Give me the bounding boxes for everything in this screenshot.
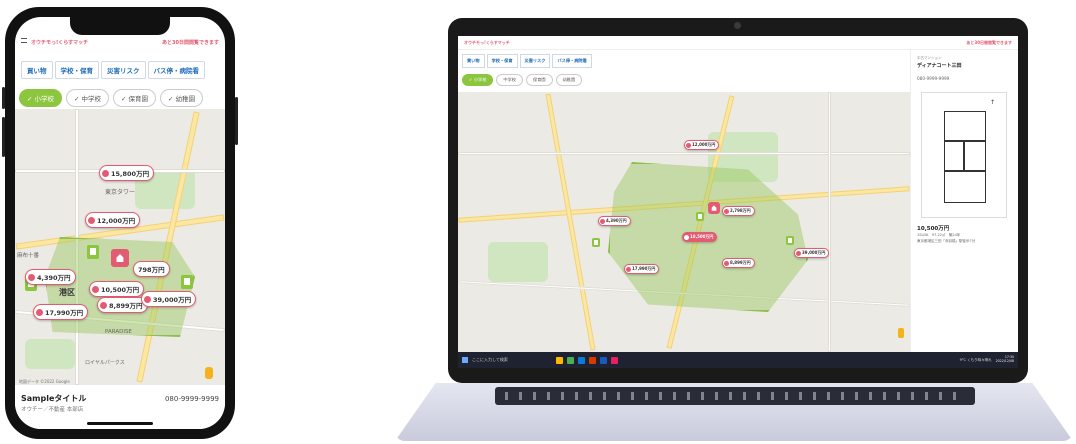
phone-map[interactable]: 東京タワー 麻布十番 PARADISE ロイヤルパークス 港区 15,800万円… — [15, 109, 225, 385]
school-icon[interactable] — [786, 236, 794, 245]
price-pin[interactable]: 39,000万円 — [794, 248, 830, 258]
volume-up-button — [2, 87, 5, 109]
tab-shopping[interactable]: 買い物 — [462, 54, 485, 68]
property-address: 東京都港区三田「赤羽橋」駅徒歩7分 — [917, 239, 976, 243]
laptop-base — [395, 383, 1073, 441]
price-pin[interactable]: 798万円 — [133, 261, 170, 277]
price-pin[interactable]: 39,000万円 — [141, 291, 197, 307]
phone-screen: オウチモっ!くらすマッチ あと30日間閲覧できます 買い物 学校・保育 災害リス… — [15, 17, 225, 429]
price-pin[interactable]: 4,390万円 — [598, 216, 631, 226]
keyboard-keys — [505, 392, 965, 400]
selected-property-icon[interactable] — [708, 202, 720, 214]
tab-school[interactable]: 学校・保育 — [54, 61, 99, 79]
filter-kindergarten[interactable]: ✓ 幼稚園 — [160, 89, 204, 107]
phone-header: オウチモっ!くらすマッチ あと30日間閲覧できます — [15, 35, 225, 49]
selected-property-icon[interactable] — [111, 249, 129, 267]
property-price: 10,500万円 — [917, 226, 950, 232]
price-pin[interactable]: 12,000万円 — [684, 140, 720, 150]
price-pin[interactable]: 2,798万円 — [722, 206, 755, 216]
price-pin[interactable]: 10,500万円 — [89, 281, 145, 297]
price-pin[interactable]: 8,899万円 — [722, 258, 755, 268]
filter-nursery[interactable]: ✓ 保育園 — [113, 89, 157, 107]
edge-icon[interactable] — [578, 356, 585, 364]
powerpoint-icon[interactable] — [589, 356, 596, 364]
filter-elementary-school[interactable]: ✓ 小学校 — [19, 89, 63, 107]
desktop-map[interactable]: 12,000万円 2,798万円 4,390万円 10,500万円 39,000… — [458, 92, 910, 352]
map-park — [488, 242, 548, 282]
laptop-mockup: オウチモっ!くらすマッチ あと30日間閲覧できます 買い物 学校・保育 災害リス… — [448, 18, 1028, 383]
viewing-period-notice: あと30日間閲覧できます — [162, 39, 219, 46]
filter-elementary-school[interactable]: ✓ 小学校 — [462, 74, 494, 86]
listing-phone[interactable]: 080-9999-9999 — [165, 395, 219, 403]
price-pin[interactable]: 17,990万円 — [33, 304, 89, 320]
taskbar-search[interactable]: ここに入力して検索 — [472, 357, 552, 363]
filter-kindergarten[interactable]: 幼稚園 — [555, 74, 583, 86]
map-label-tower: 東京タワー — [105, 189, 136, 196]
phone-notch — [70, 17, 170, 35]
explorer-icon[interactable] — [556, 356, 563, 364]
price-pin-selected[interactable]: 10,500万円 — [682, 232, 718, 242]
property-name: ディアナコート三田 — [917, 63, 962, 69]
tab-disaster-risk[interactable]: 災害リスク — [519, 54, 551, 68]
webcam — [734, 22, 741, 29]
school-icon[interactable] — [592, 238, 600, 247]
map-label-parks: ロイヤルパークス — [85, 360, 125, 366]
compass-icon: ↑ — [990, 99, 996, 106]
volume-down-button — [2, 117, 5, 157]
price-pin[interactable]: 15,800万円 — [99, 165, 155, 181]
street-view-pegman-icon[interactable] — [205, 367, 213, 379]
filter-nursery[interactable]: 保育園 — [526, 74, 553, 86]
listing-agent: オウチー／不動産 本部店 — [21, 407, 84, 413]
start-menu-icon[interactable] — [462, 357, 468, 363]
tab-school[interactable]: 学校・保育 — [486, 54, 518, 68]
category-tabs: 買い物 学校・保育 災害リスク バス停・病院看 — [21, 61, 205, 79]
school-icon[interactable] — [181, 275, 193, 289]
price-pin[interactable]: 17,990万円 — [624, 264, 660, 274]
filter-junior-high[interactable]: ✓ 中学校 — [66, 89, 110, 107]
app-logo: オウチモっ!くらすマッチ — [31, 39, 89, 46]
street-view-pegman-icon[interactable] — [898, 328, 904, 338]
property-detail-panel: 中古マンション ディアナコート三田 080-9999-9999 ↑ 10,500… — [910, 50, 1018, 352]
chrome-icon[interactable] — [567, 356, 574, 364]
viewing-period-notice: あと30日間閲覧できます — [966, 39, 1012, 45]
price-pin[interactable]: 4,390万円 — [25, 269, 76, 285]
property-phone[interactable]: 080-9999-9999 — [917, 76, 949, 81]
map-road — [545, 93, 596, 351]
ward-label: 港区 — [59, 288, 75, 297]
tab-bus-hospital[interactable]: バス停・病院看 — [552, 54, 592, 68]
desktop-header: オウチモっ!くらすマッチ あと30日間閲覧できます — [458, 36, 1018, 50]
tab-bus-hospital[interactable]: バス停・病院看 — [147, 61, 205, 79]
facility-filters: ✓ 小学校 中学校 保育園 幼稚園 — [462, 74, 583, 86]
floor-plan-image: ↑ — [921, 92, 1007, 218]
listing-title: Sampleタイトル — [21, 394, 87, 403]
map-road — [458, 152, 910, 155]
map-road — [828, 92, 831, 352]
word-icon[interactable] — [600, 356, 607, 364]
map-label-azabu: 麻布十番 — [17, 253, 40, 259]
weather-widget[interactable]: 9°C くもり時々晴れ — [960, 358, 992, 363]
home-indicator — [87, 422, 153, 425]
map-label-paradise: PARADISE — [105, 329, 132, 335]
system-tray: 9°C くもり時々晴れ 17:30 2022/12/08 — [960, 355, 1014, 364]
laptop-screen: オウチモっ!くらすマッチ あと30日間閲覧できます 買い物 学校・保育 災害リス… — [458, 36, 1018, 368]
app-icon[interactable] — [611, 356, 618, 364]
filter-junior-high[interactable]: 中学校 — [496, 74, 523, 86]
map-park — [25, 339, 75, 369]
price-pin[interactable]: 12,000万円 — [85, 212, 141, 228]
clock[interactable]: 17:30 2022/12/08 — [996, 355, 1014, 364]
category-tabs: 買い物 学校・保育 災害リスク バス停・病院看 — [462, 54, 592, 68]
windows-taskbar: ここに入力して検索 9°C くもり時々晴れ 17:30 2022/12/08 — [458, 352, 1018, 368]
price-pin[interactable]: 8,899万円 — [97, 297, 148, 313]
facility-filters: ✓ 小学校 ✓ 中学校 ✓ 保育園 ✓ 幼稚園 — [19, 89, 204, 107]
app-logo: オウチモっ!くらすマッチ — [464, 39, 510, 45]
power-button — [235, 97, 238, 145]
tab-shopping[interactable]: 買い物 — [21, 61, 53, 79]
smartphone-mockup: オウチモっ!くらすマッチ あと30日間閲覧できます 買い物 学校・保育 災害リス… — [2, 7, 238, 439]
school-icon[interactable] — [696, 212, 704, 221]
school-icon[interactable] — [87, 245, 99, 259]
tab-disaster-risk[interactable]: 災害リスク — [101, 61, 146, 79]
property-type: 中古マンション — [917, 56, 942, 60]
property-spec: 1SLDK 97.22㎡ 築24年 — [917, 233, 961, 237]
